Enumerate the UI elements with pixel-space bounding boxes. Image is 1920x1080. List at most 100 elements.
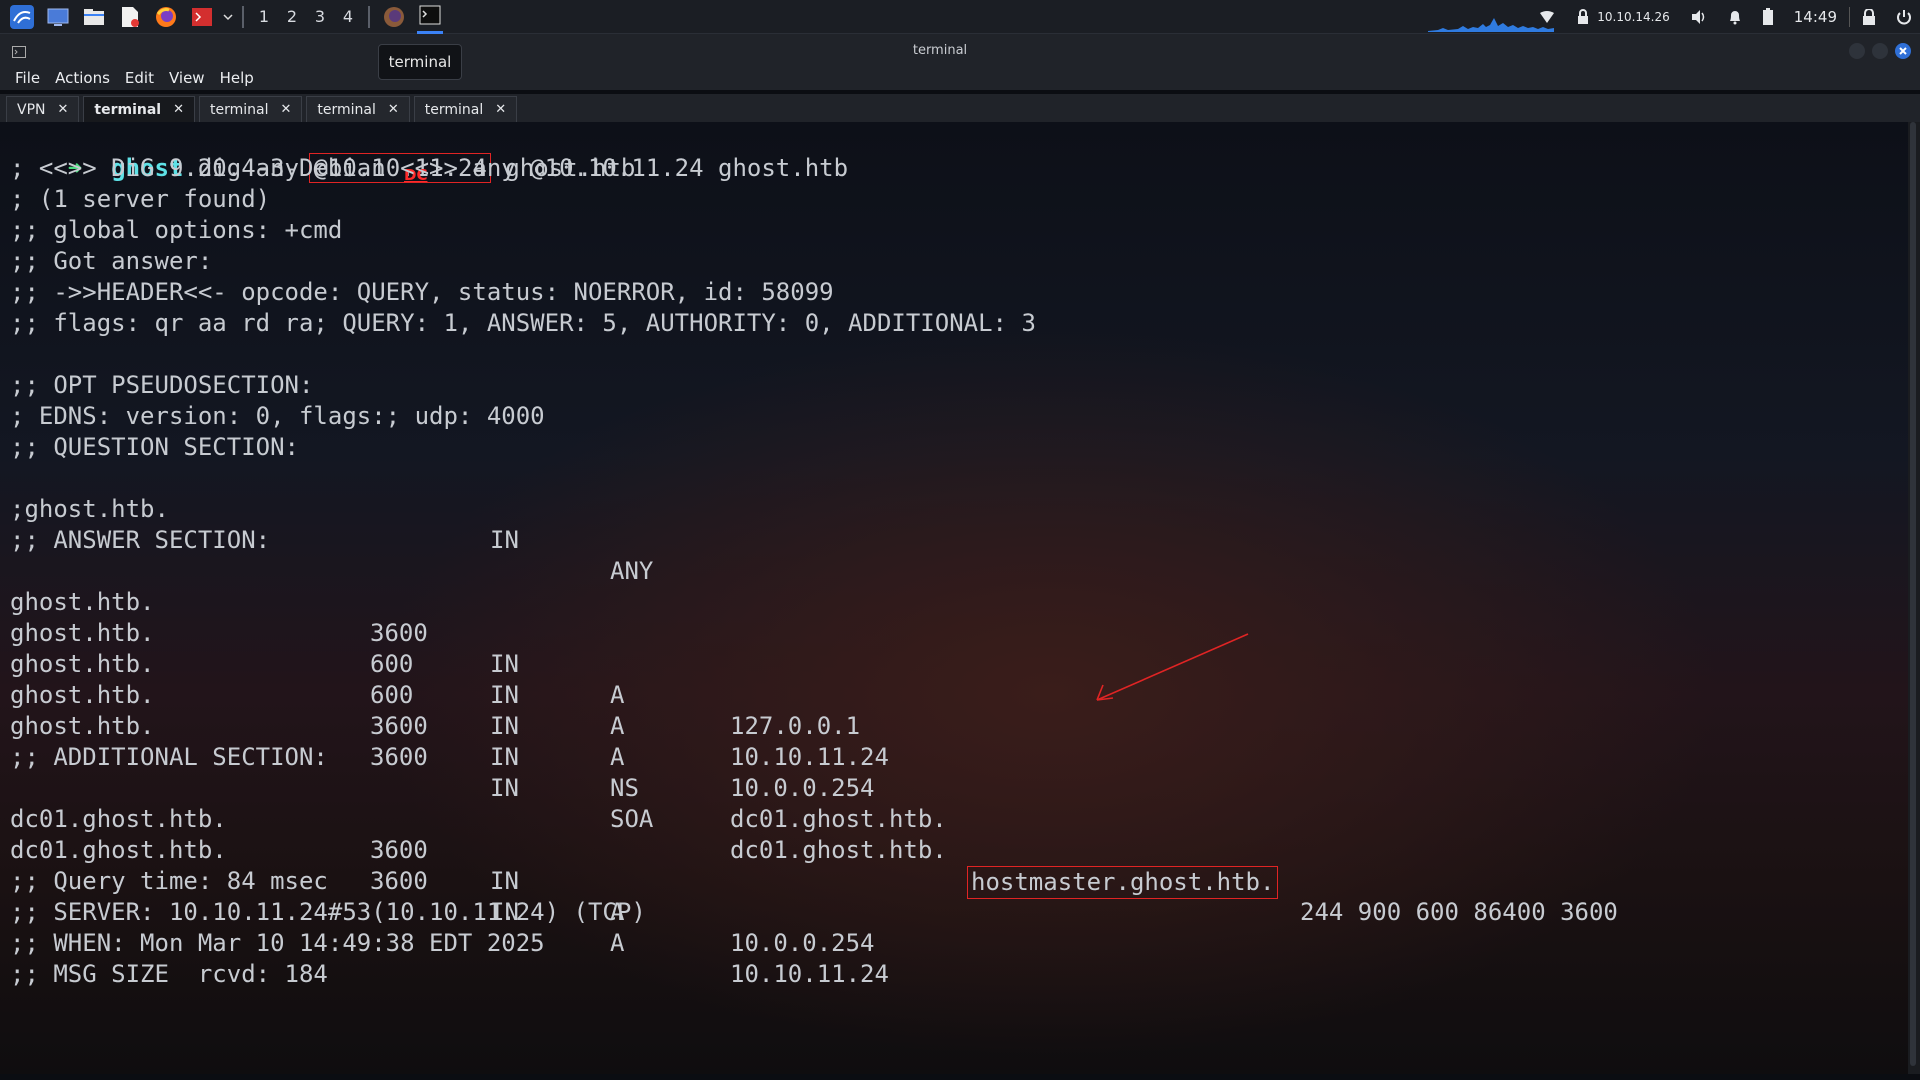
scrollbar-thumb[interactable]: [1910, 122, 1916, 1066]
separator: [1849, 7, 1850, 27]
tab-close-icon[interactable]: ✕: [58, 102, 69, 117]
record-ttl: 600: [370, 681, 414, 709]
menu-file[interactable]: File: [15, 69, 40, 87]
workspace-4[interactable]: 4: [334, 0, 362, 34]
record-class: IN: [490, 743, 519, 771]
terminal-window-icon[interactable]: [417, 0, 443, 34]
window-titlebar[interactable]: terminal: [0, 34, 1920, 66]
record-data: dc01.ghost.htb.: [730, 836, 947, 864]
kali-menu-icon[interactable]: [9, 4, 35, 30]
tab-label: terminal: [424, 101, 484, 118]
record-ttl: 3600: [370, 836, 428, 864]
additional-row: dc01.ghost.htb. 3600 IN A 10.10.11.24: [10, 804, 889, 988]
maximize-button[interactable]: [1872, 43, 1888, 59]
battery-icon: [1762, 8, 1774, 26]
answer-row: ghost.htb. 600 IN A 10.0.0.254: [10, 618, 875, 802]
record-ttl: 3600: [370, 619, 428, 647]
answer-row-soa: ghost.htb. 3600 IN SOA dc01.ghost.htb. h…: [10, 680, 1618, 926]
desktop-icon[interactable]: [45, 4, 71, 30]
terminal-output[interactable]: ➜ ghost dig any @10.10.11.24 ghost.htb D…: [0, 122, 1908, 1074]
bell-icon[interactable]: [1728, 9, 1742, 25]
menu-actions[interactable]: Actions: [55, 69, 110, 87]
tab-close-icon[interactable]: ✕: [281, 102, 292, 117]
tab-vpn[interactable]: VPN ✕: [6, 96, 80, 122]
answer-row: ghost.htb. 600 IN A 10.10.11.24: [10, 587, 889, 771]
record-data: 10.0.0.254: [730, 929, 875, 957]
app-red-icon[interactable]: [189, 4, 215, 30]
power-icon[interactable]: [1896, 9, 1912, 25]
record-type: ANY: [610, 557, 654, 585]
output-line: ;; MSG SIZE rcvd: 184: [10, 960, 328, 988]
tab-terminal-2[interactable]: terminal ✕: [199, 96, 303, 122]
output-line: ; EDNS: version: 0, flags:; udp: 4000: [10, 402, 545, 430]
firefox-icon[interactable]: [153, 4, 179, 30]
window-title: terminal: [912, 43, 968, 58]
lock-icon[interactable]: [1862, 9, 1876, 25]
text-editor-icon[interactable]: [117, 4, 143, 30]
record-class: IN: [490, 650, 519, 678]
output-line: ;; WHEN: Mon Mar 10 14:49:38 EDT 2025: [10, 929, 545, 957]
tab-close-icon[interactable]: ✕: [173, 102, 184, 117]
clock[interactable]: 14:49: [1794, 8, 1837, 26]
taskbar-tooltip: terminal: [378, 44, 462, 80]
workspace-2[interactable]: 2: [278, 0, 306, 34]
record-data: 10.10.11.24: [730, 743, 889, 771]
tab-terminal-1[interactable]: terminal ✕: [83, 96, 196, 122]
record-class: IN: [490, 681, 519, 709]
close-icon: [1899, 47, 1907, 55]
record-type: A: [610, 681, 625, 709]
minimize-button[interactable]: [1849, 43, 1865, 59]
record-ttl: 600: [370, 650, 414, 678]
output-line: ;; Query time: 84 msec: [10, 867, 328, 895]
output-line: ;; OPT PSEUDOSECTION:: [10, 371, 314, 399]
tab-terminal-3[interactable]: terminal ✕: [306, 96, 410, 122]
record-type: NS: [610, 774, 639, 802]
record-type: SOA: [610, 805, 654, 833]
tab-label: VPN: [17, 101, 46, 118]
file-manager-icon[interactable]: [81, 4, 107, 30]
output-line: ; (1 server found): [10, 185, 271, 213]
terminal-scrollbar[interactable]: [1908, 122, 1920, 1074]
menu-edit[interactable]: Edit: [125, 69, 154, 87]
tab-terminal-4[interactable]: terminal ✕: [413, 96, 518, 122]
close-button[interactable]: [1895, 43, 1911, 59]
record-ttl: 3600: [370, 743, 428, 771]
menu-help[interactable]: Help: [220, 69, 254, 87]
record-type: A: [610, 743, 625, 771]
tab-label: terminal: [94, 101, 162, 118]
output-line: ;; SERVER: 10.10.11.24#53(10.10.11.24) (…: [10, 898, 646, 926]
vpn-icon: [1575, 9, 1591, 25]
workspace-3[interactable]: 3: [306, 0, 334, 34]
output-line: ;; ANSWER SECTION:: [10, 526, 271, 554]
chevron-down-icon[interactable]: [222, 4, 234, 30]
tab-bar: VPN ✕ terminal ✕ terminal ✕ terminal ✕ t…: [0, 94, 1920, 122]
tab-label: terminal: [317, 101, 376, 118]
record-ttl: 3600: [370, 867, 428, 895]
output-line: ;; Got answer:: [10, 247, 213, 275]
menu-view[interactable]: View: [169, 69, 205, 87]
record-class: IN: [490, 526, 519, 554]
volume-icon[interactable]: [1690, 9, 1708, 25]
tab-close-icon[interactable]: ✕: [388, 102, 399, 117]
question-row: ;ghost.htb. IN ANY: [10, 463, 653, 585]
record-data: 127.0.0.1: [730, 712, 861, 740]
menu-bar: File Actions Edit View Help: [0, 66, 1920, 90]
output-line: ;; global options: +cmd: [10, 216, 343, 244]
top-panel: 1 2 3 4 10.10.14.26 14:49: [0, 0, 1920, 34]
tab-close-icon[interactable]: ✕: [495, 102, 506, 117]
annotation-arrow: [1096, 633, 1249, 701]
answer-row: ghost.htb. 3600 IN A 127.0.0.1: [10, 556, 860, 740]
record-name: ;ghost.htb.: [10, 495, 169, 523]
record-name: dc01.ghost.htb.: [10, 836, 227, 864]
firefox-window-icon[interactable]: [381, 4, 407, 30]
record-class: IN: [490, 867, 519, 895]
wifi-icon[interactable]: [1539, 10, 1555, 24]
output-line: ;; ->>HEADER<<- opcode: QUERY, status: N…: [10, 278, 834, 306]
output-line: ; <<>> DiG 9.20.4-3-Debian <<>> any @10.…: [10, 154, 849, 182]
workspace-1[interactable]: 1: [250, 0, 278, 34]
record-type: A: [610, 712, 625, 740]
record-class: IN: [490, 712, 519, 740]
vpn-ip-address: 10.10.14.26: [1597, 10, 1670, 24]
record-data: dc01.ghost.htb.: [730, 805, 947, 833]
separator: [242, 5, 244, 28]
